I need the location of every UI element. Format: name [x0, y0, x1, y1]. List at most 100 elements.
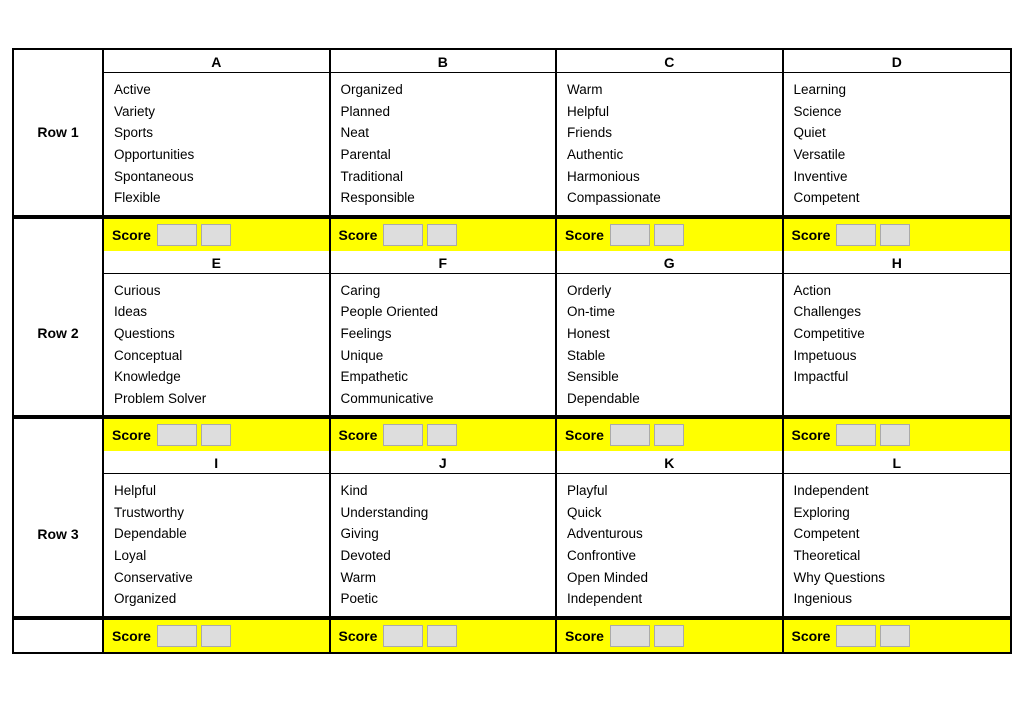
- cell-header-K: K: [557, 451, 782, 474]
- list-item: Learning: [794, 79, 1001, 101]
- list-item: Communicative: [341, 388, 546, 410]
- list-item: Curious: [114, 280, 319, 302]
- list-item: Devoted: [341, 545, 546, 567]
- score-input-H[interactable]: [836, 424, 876, 446]
- list-item: Warm: [567, 79, 772, 101]
- score-label-J: Score: [339, 628, 378, 644]
- list-item: Organized: [341, 79, 546, 101]
- list-item: Honest: [567, 323, 772, 345]
- list-item: Caring: [341, 280, 546, 302]
- list-item: Empathetic: [341, 366, 546, 388]
- score-label-D: Score: [792, 227, 831, 243]
- list-item: Warm: [341, 567, 546, 589]
- cell-content-G: OrderlyOn-timeHonestStableSensibleDepend…: [557, 274, 782, 416]
- score-label-H: Score: [792, 427, 831, 443]
- score-box-C[interactable]: [654, 224, 684, 246]
- cell-header-G: G: [557, 251, 782, 274]
- cell-content-L: IndependentExploringCompetentTheoretical…: [784, 474, 1011, 616]
- score-label-C: Score: [565, 227, 604, 243]
- list-item: Theoretical: [794, 545, 1001, 567]
- cell-header-E: E: [104, 251, 329, 274]
- score-input-I[interactable]: [157, 625, 197, 647]
- cell-content-B: OrganizedPlannedNeatParentalTraditionalR…: [331, 73, 556, 215]
- list-item: Kind: [341, 480, 546, 502]
- score-input-L[interactable]: [836, 625, 876, 647]
- cell-D: DLearningScienceQuietVersatileInventiveC…: [784, 50, 1011, 215]
- score-box-I[interactable]: [201, 625, 231, 647]
- grid-row-1: Row 1AActiveVarietySportsOpportunitiesSp…: [14, 50, 1010, 217]
- cell-header-C: C: [557, 50, 782, 73]
- list-item: Dependable: [567, 388, 772, 410]
- score-label-A: Score: [112, 227, 151, 243]
- list-item: Loyal: [114, 545, 319, 567]
- list-item: Neat: [341, 122, 546, 144]
- cell-header-F: F: [331, 251, 556, 274]
- score-box-F[interactable]: [427, 424, 457, 446]
- score-cell-I: Score: [104, 620, 331, 652]
- list-item: Poetic: [341, 588, 546, 610]
- list-item: Knowledge: [114, 366, 319, 388]
- score-box-J[interactable]: [427, 625, 457, 647]
- score-row-empty: [14, 219, 104, 251]
- score-input-J[interactable]: [383, 625, 423, 647]
- cell-header-B: B: [331, 50, 556, 73]
- score-input-F[interactable]: [383, 424, 423, 446]
- score-label-E: Score: [112, 427, 151, 443]
- grid-row-3: Row 3IHelpfulTrustworthyDependableLoyalC…: [14, 451, 1010, 618]
- list-item: Conservative: [114, 567, 319, 589]
- score-cell-G: Score: [557, 419, 784, 451]
- row-label-2: Row 2: [14, 251, 104, 416]
- score-box-B[interactable]: [427, 224, 457, 246]
- list-item: Feelings: [341, 323, 546, 345]
- cell-B: BOrganizedPlannedNeatParentalTraditional…: [331, 50, 558, 215]
- score-box-H[interactable]: [880, 424, 910, 446]
- list-item: Challenges: [794, 301, 1001, 323]
- list-item: Competitive: [794, 323, 1001, 345]
- list-item: Helpful: [114, 480, 319, 502]
- score-input-B[interactable]: [383, 224, 423, 246]
- cell-content-D: LearningScienceQuietVersatileInventiveCo…: [784, 73, 1011, 215]
- cell-header-A: A: [104, 50, 329, 73]
- cell-content-I: HelpfulTrustworthyDependableLoyalConserv…: [104, 474, 329, 616]
- score-input-E[interactable]: [157, 424, 197, 446]
- score-box-D[interactable]: [880, 224, 910, 246]
- cell-header-I: I: [104, 451, 329, 474]
- score-label-G: Score: [565, 427, 604, 443]
- score-input-C[interactable]: [610, 224, 650, 246]
- list-item: Ingenious: [794, 588, 1001, 610]
- score-input-D[interactable]: [836, 224, 876, 246]
- list-item: People Oriented: [341, 301, 546, 323]
- list-item: Sports: [114, 122, 319, 144]
- cell-content-H: ActionChallengesCompetitiveImpetuousImpa…: [784, 274, 1011, 416]
- list-item: Quiet: [794, 122, 1001, 144]
- list-item: Dependable: [114, 523, 319, 545]
- cell-header-H: H: [784, 251, 1011, 274]
- score-label-I: Score: [112, 628, 151, 644]
- list-item: Conceptual: [114, 345, 319, 367]
- list-item: Spontaneous: [114, 166, 319, 188]
- list-item: Ideas: [114, 301, 319, 323]
- score-box-L[interactable]: [880, 625, 910, 647]
- cell-E: ECuriousIdeasQuestionsConceptualKnowledg…: [104, 251, 331, 416]
- score-box-E[interactable]: [201, 424, 231, 446]
- cell-content-A: ActiveVarietySportsOpportunitiesSpontane…: [104, 73, 329, 215]
- cell-F: F CaringPeople OrientedFeelingsUniqueEmpa…: [331, 251, 558, 416]
- score-input-K[interactable]: [610, 625, 650, 647]
- score-input-G[interactable]: [610, 424, 650, 446]
- list-item: Unique: [341, 345, 546, 367]
- score-label-K: Score: [565, 628, 604, 644]
- score-box-A[interactable]: [201, 224, 231, 246]
- row-label-3: Row 3: [14, 451, 104, 616]
- cell-C: CWarmHelpfulFriendsAuthenticHarmoniousCo…: [557, 50, 784, 215]
- list-item: Sensible: [567, 366, 772, 388]
- cell-header-D: D: [784, 50, 1011, 73]
- list-item: Impetuous: [794, 345, 1001, 367]
- score-box-K[interactable]: [654, 625, 684, 647]
- score-box-G[interactable]: [654, 424, 684, 446]
- cell-K: KPlayfulQuickAdventurousConfrontiveOpen …: [557, 451, 784, 616]
- list-item: Friends: [567, 122, 772, 144]
- list-item: Authentic: [567, 144, 772, 166]
- score-input-A[interactable]: [157, 224, 197, 246]
- list-item: Stable: [567, 345, 772, 367]
- list-item: Independent: [794, 480, 1001, 502]
